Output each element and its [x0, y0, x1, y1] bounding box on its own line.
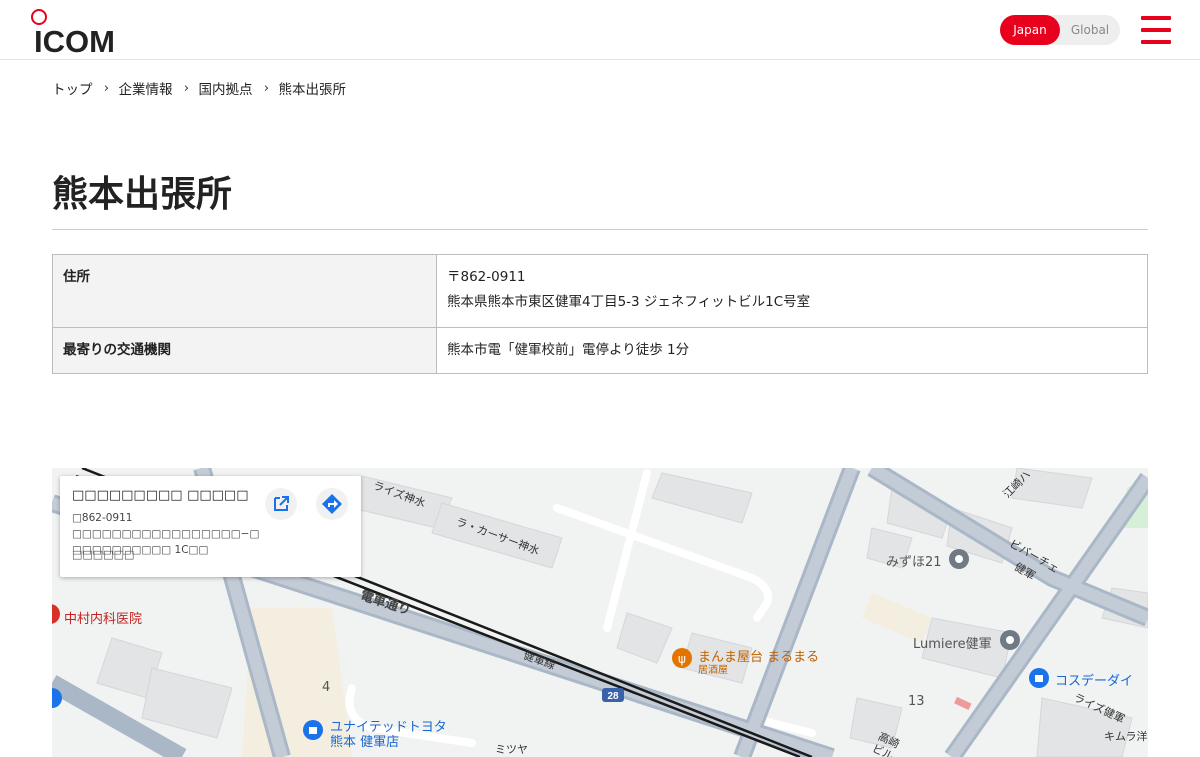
map-label: 居酒屋 — [698, 665, 728, 676]
site-header: ICOM Japan Global — [0, 0, 1200, 60]
map-label: 13 — [908, 694, 925, 709]
map-pin-icon[interactable]: ψ — [672, 648, 692, 668]
breadcrumb-top[interactable]: トップ — [52, 78, 93, 98]
map-link[interactable]: □□□□□□ — [72, 548, 134, 561]
route-number: 28 — [607, 691, 619, 702]
map-label: Lumiere健軍 — [913, 637, 992, 652]
table-row: 最寄りの交通機関 熊本市電「健軍校前」電停より徒歩 1分 — [52, 327, 1148, 374]
chevron-right-icon: › — [263, 80, 270, 96]
open-external-icon[interactable] — [265, 488, 297, 520]
address-value: 〒862-0911 熊本県熊本市東区健軍4丁目5-3 ジェネフィットビル1C号室 — [436, 254, 1148, 328]
lang-japan-button[interactable]: Japan — [1000, 15, 1060, 45]
map-label: キムラ洋 — [1104, 730, 1148, 743]
map-info-card: □□□□□□□□□ □□□□□ □862-0911 □□□□□□□□□□□□□□… — [60, 476, 361, 577]
map-label: 中村内科医院 — [64, 612, 143, 627]
map-label: 4 — [322, 680, 331, 695]
chevron-right-icon: › — [183, 80, 190, 96]
postal-code: 〒862-0911 — [447, 269, 526, 285]
map-pin-icon[interactable] — [949, 549, 969, 569]
address-text: 熊本県熊本市東区健軍4丁目5-3 ジェネフィットビル1C号室 — [447, 294, 811, 310]
language-switch: Japan Global — [1000, 15, 1120, 45]
map-label: みずほ21 — [886, 555, 942, 570]
logo-icon[interactable]: ICOM — [30, 8, 122, 54]
menu-icon[interactable] — [1141, 16, 1171, 44]
office-info-table: 住所 〒862-0911 熊本県熊本市東区健軍4丁目5-3 ジェネフィットビル1… — [52, 254, 1148, 374]
address-label: 住所 — [52, 254, 437, 328]
breadcrumb-current: 熊本出張所 — [278, 82, 347, 98]
svg-text:ψ: ψ — [678, 652, 686, 666]
page-title: 熊本出張所 — [52, 174, 233, 215]
breadcrumb: トップ › 企業情報 › 国内拠点 › 熊本出張所 — [52, 78, 347, 99]
transit-label: 最寄りの交通機関 — [52, 327, 437, 374]
place-name: □□□□□□□□□ □□□□□ — [72, 488, 249, 503]
lang-global-button[interactable]: Global — [1060, 15, 1120, 45]
map-pin-icon[interactable] — [303, 720, 323, 740]
map-pin-icon[interactable] — [1029, 668, 1049, 688]
chevron-right-icon: › — [103, 80, 110, 96]
logo-text: ICOM — [34, 24, 115, 54]
breadcrumb-offices[interactable]: 国内拠点 — [199, 78, 253, 98]
embedded-map[interactable]: 28 ψ 中村内科医院 ライズ神水 ラ・カーサー神水 電車通り 健軍線 まんま屋… — [52, 468, 1148, 757]
table-row: 住所 〒862-0911 熊本県熊本市東区健軍4丁目5-3 ジェネフィットビル1… — [52, 254, 1148, 328]
transit-value: 熊本市電「健軍校前」電停より徒歩 1分 — [436, 327, 1148, 374]
title-divider — [52, 229, 1148, 230]
directions-icon[interactable] — [316, 488, 348, 520]
breadcrumb-company[interactable]: 企業情報 — [119, 78, 173, 98]
map-label: ミツヤ — [495, 743, 528, 756]
map-label: 熊本 健軍店 — [330, 735, 400, 750]
map-label: コスデーダイ — [1055, 674, 1134, 689]
map-pin-icon[interactable] — [1000, 630, 1020, 650]
